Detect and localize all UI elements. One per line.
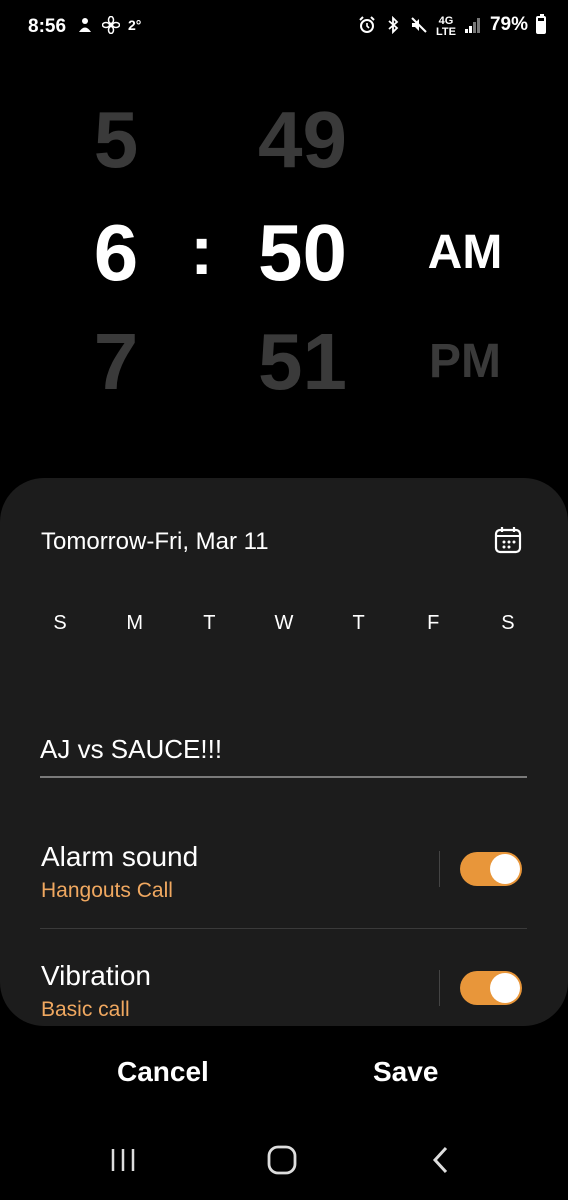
system-nav-bar	[0, 1130, 568, 1190]
weekday-selector: S M T W T F S	[24, 612, 544, 635]
day-sunday[interactable]: S	[24, 612, 96, 635]
day-friday[interactable]: F	[397, 612, 469, 635]
battery-percent: 79%	[489, 14, 528, 35]
minute-selected[interactable]: 50	[230, 203, 375, 303]
alarm-icon	[358, 16, 376, 34]
time-picker: 5 6 7 : 49 50 51 AM PM	[0, 90, 568, 420]
hour-next[interactable]: 7	[66, 312, 166, 412]
day-tuesday[interactable]: T	[173, 612, 245, 635]
recent-apps-icon[interactable]	[93, 1140, 153, 1180]
toggle-knob	[490, 854, 520, 884]
status-time: 8:56	[28, 16, 67, 37]
person-alert-icon	[76, 16, 94, 34]
alarm-sound-title: Alarm sound	[41, 841, 199, 872]
hour-prev[interactable]: 5	[66, 90, 166, 190]
toggle-knob	[490, 973, 520, 1003]
status-left-icons: 2°	[76, 15, 142, 35]
hour-selected[interactable]: 6	[66, 203, 166, 303]
alarm-sound-row[interactable]: Alarm sound Hangouts Call	[0, 833, 568, 943]
vibration-value: Basic call	[41, 998, 130, 1021]
row-divider	[439, 851, 440, 887]
alarm-sound-toggle[interactable]	[460, 852, 522, 886]
calendar-icon[interactable]	[494, 526, 522, 554]
cancel-button[interactable]: Cancel	[117, 1056, 209, 1088]
back-icon[interactable]	[411, 1140, 471, 1180]
save-button[interactable]: Save	[373, 1056, 438, 1088]
vibration-toggle[interactable]	[460, 971, 522, 1005]
day-thursday[interactable]: T	[323, 612, 395, 635]
minute-prev[interactable]: 49	[230, 90, 375, 190]
ampm-next[interactable]: PM	[410, 312, 520, 412]
minute-next[interactable]: 51	[230, 312, 375, 412]
mute-icon	[410, 16, 428, 34]
day-wednesday[interactable]: W	[248, 612, 320, 635]
battery-icon	[536, 14, 546, 34]
alarm-settings-sheet: Tomorrow-Fri, Mar 11 S M T W T F S AJ vs…	[0, 478, 568, 1026]
alarm-sound-value: Hangouts Call	[41, 879, 173, 902]
status-bar: 8:56 2° 4G LTE 79%	[0, 0, 568, 60]
status-temperature: 2°	[128, 17, 142, 33]
fan-icon	[101, 15, 121, 35]
alarm-date-label: Tomorrow-Fri, Mar 11	[41, 528, 269, 555]
day-saturday[interactable]: S	[472, 612, 544, 635]
bluetooth-icon	[384, 15, 402, 35]
section-divider	[40, 928, 527, 929]
status-right-icons: 4G LTE 79%	[358, 14, 546, 38]
time-separator: :	[190, 211, 214, 289]
day-monday[interactable]: M	[99, 612, 171, 635]
vibration-title: Vibration	[41, 960, 152, 991]
lte-icon: 4G LTE	[435, 15, 456, 38]
signal-icon	[464, 16, 482, 34]
alarm-name-input[interactable]: AJ vs SAUCE!!!	[40, 728, 527, 778]
ampm-selected[interactable]: AM	[410, 203, 520, 303]
home-icon[interactable]	[252, 1140, 312, 1180]
action-bar: Cancel Save	[0, 1050, 568, 1100]
alarm-name-value: AJ vs SAUCE!!!	[40, 734, 223, 764]
row-divider	[439, 970, 440, 1006]
vibration-row[interactable]: Vibration Basic call	[0, 952, 568, 1026]
